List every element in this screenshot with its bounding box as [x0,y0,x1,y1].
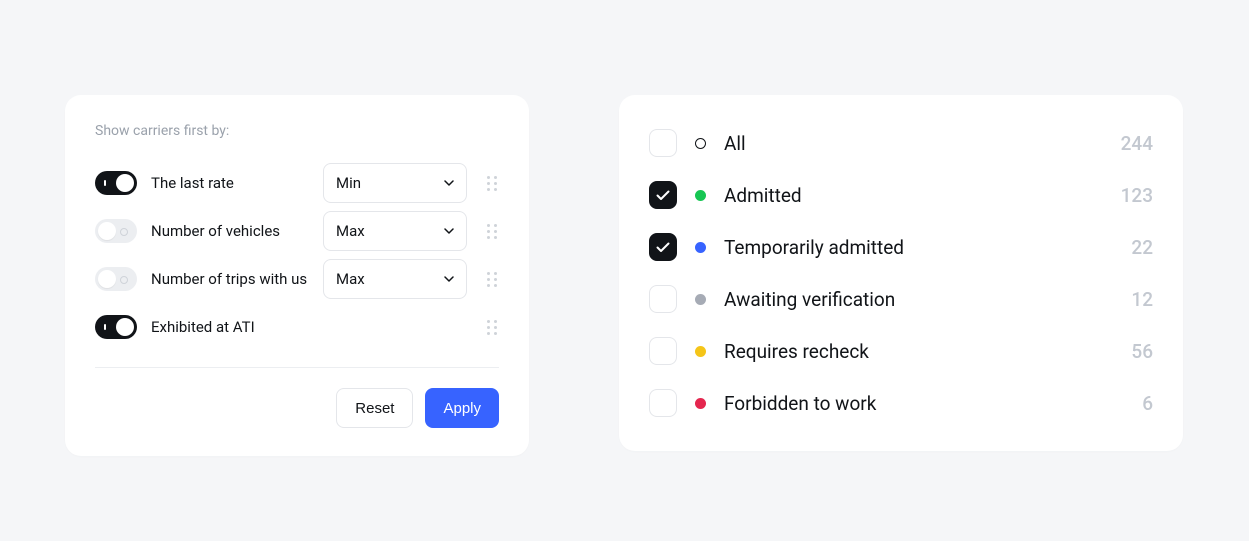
toggle-last-rate[interactable] [95,171,137,195]
checkbox-all[interactable] [649,129,677,157]
select-vehicles[interactable]: Max [323,211,467,251]
filter-row-forbidden: Forbidden to work 6 [649,377,1153,429]
filter-label: Admitted [724,184,1103,207]
checkbox-awaiting[interactable] [649,285,677,313]
filter-count: 244 [1121,132,1153,155]
status-indicator-admitted [695,190,706,201]
sort-row: Exhibited at ATI [95,303,499,351]
filter-label: All [724,132,1103,155]
sort-label: Exhibited at ATI [151,318,309,336]
select-value: Min [336,174,361,192]
drag-handle-icon[interactable] [485,176,499,191]
check-icon [656,190,670,201]
sort-label: The last rate [151,174,309,192]
sort-row: Number of trips with us Max [95,255,499,303]
filter-row-temporarily-admitted: Temporarily admitted 22 [649,221,1153,273]
sort-label: Number of trips with us [151,270,309,288]
filter-row-admitted: Admitted 123 [649,169,1153,221]
status-indicator-recheck [695,346,706,357]
filter-label: Forbidden to work [724,392,1124,415]
toggle-trips[interactable] [95,267,137,291]
filter-row-awaiting: Awaiting verification 12 [649,273,1153,325]
apply-button[interactable]: Apply [425,388,499,428]
select-last-rate[interactable]: Min [323,163,467,203]
filter-count: 6 [1142,392,1153,415]
status-indicator-awaiting [695,294,706,305]
toggle-vehicles[interactable] [95,219,137,243]
sort-row: Number of vehicles Max [95,207,499,255]
drag-handle-icon[interactable] [485,272,499,287]
filter-row-all: All 244 [649,117,1153,169]
select-trips[interactable]: Max [323,259,467,299]
filter-label: Awaiting verification [724,288,1113,311]
sort-card: Show carriers first by: The last rate Mi… [65,95,529,456]
filter-count: 12 [1131,288,1153,311]
filter-count: 56 [1131,340,1153,363]
checkbox-recheck[interactable] [649,337,677,365]
divider [95,367,499,368]
select-value: Max [336,222,365,240]
sort-row: The last rate Min [95,159,499,207]
filter-card: All 244 Admitted 123 Temporarily admitte… [619,95,1183,451]
reset-button[interactable]: Reset [336,388,413,428]
checkbox-temporarily-admitted[interactable] [649,233,677,261]
chevron-down-icon [444,228,454,234]
status-indicator-forbidden [695,398,706,409]
checkbox-forbidden[interactable] [649,389,677,417]
sort-title: Show carriers first by: [95,123,499,139]
chevron-down-icon [444,180,454,186]
drag-handle-icon[interactable] [485,320,499,335]
status-indicator-temporarily-admitted [695,242,706,253]
filter-row-recheck: Requires recheck 56 [649,325,1153,377]
filter-label: Temporarily admitted [724,236,1113,259]
check-icon [656,242,670,253]
chevron-down-icon [444,276,454,282]
filter-count: 123 [1121,184,1153,207]
filter-label: Requires recheck [724,340,1113,363]
toggle-ati[interactable] [95,315,137,339]
checkbox-admitted[interactable] [649,181,677,209]
actions: Reset Apply [95,388,499,428]
select-value: Max [336,270,365,288]
drag-handle-icon[interactable] [485,224,499,239]
filter-count: 22 [1131,236,1153,259]
sort-label: Number of vehicles [151,222,309,240]
status-indicator-all [695,138,706,149]
